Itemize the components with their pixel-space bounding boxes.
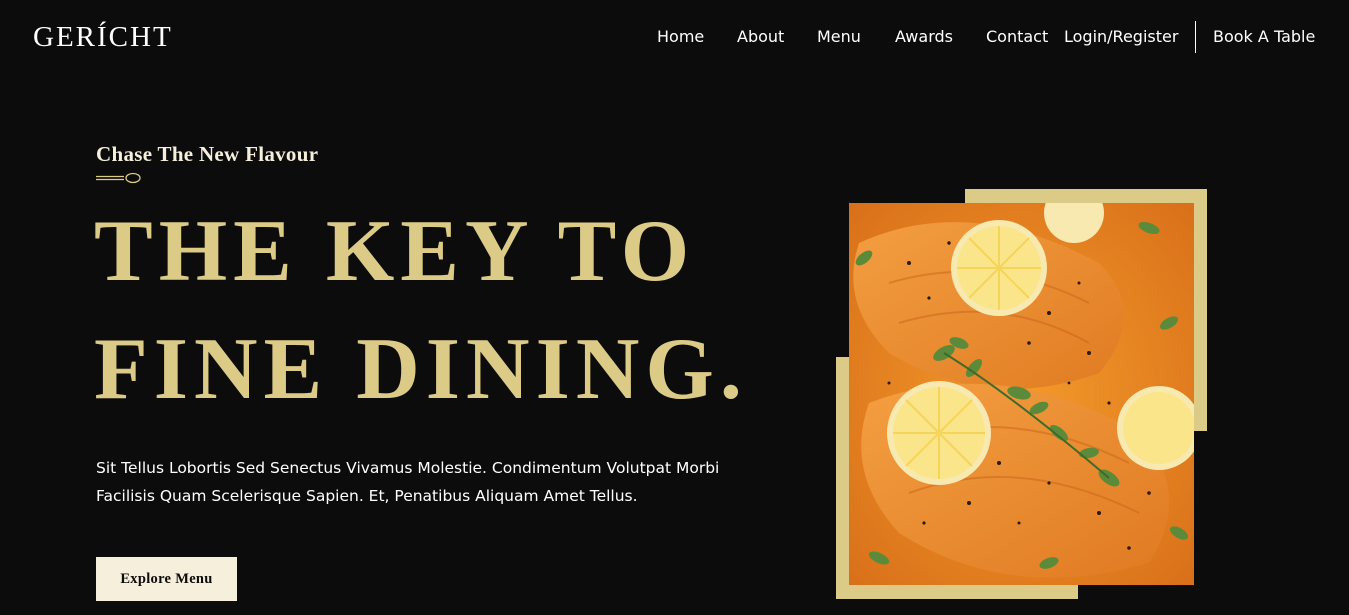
explore-menu-button[interactable]: Explore Menu	[96, 557, 237, 601]
hero-headline: THE KEY TO FINE DINING.	[94, 193, 748, 429]
nav-divider	[1195, 21, 1196, 53]
nav-link-contact[interactable]: Contact	[986, 26, 1048, 48]
spoon-icon	[96, 172, 141, 184]
navbar: GERÍCHT Home About Menu Awards Contact L…	[0, 0, 1349, 74]
headline-line-1: THE KEY TO	[94, 203, 696, 300]
nav-link-awards[interactable]: Awards	[895, 26, 953, 48]
hero-description: Sit Tellus Lobortis Sed Senectus Vivamus…	[96, 459, 720, 505]
nav-link-about[interactable]: About	[737, 26, 784, 48]
nav-link-home[interactable]: Home	[657, 26, 704, 48]
headline-line-2: FINE DINING.	[94, 321, 748, 418]
book-table-link[interactable]: Book A Table	[1213, 26, 1315, 48]
nav-link-menu[interactable]: Menu	[817, 26, 861, 48]
login-register-link[interactable]: Login/Register	[1064, 26, 1178, 48]
salmon-dish-illustration	[849, 203, 1194, 585]
hero-subtitle: Chase The New Flavour	[96, 142, 319, 166]
hero-food-image	[849, 203, 1194, 585]
logo[interactable]: GERÍCHT	[33, 20, 173, 54]
